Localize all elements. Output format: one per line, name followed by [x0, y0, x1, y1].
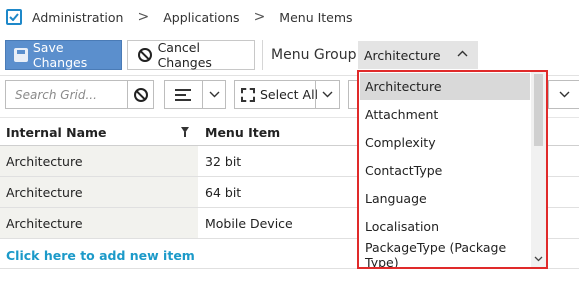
save-icon [14, 48, 28, 62]
cell-menu-item[interactable]: 32 bit [198, 146, 358, 176]
select-all-label: Select All [260, 87, 319, 102]
dropdown-option[interactable]: Language [360, 185, 530, 212]
select-all-icon [241, 87, 255, 102]
cancel-label: Cancel Changes [157, 40, 212, 70]
select-all-button[interactable]: Select All [234, 80, 340, 109]
add-new-item-link[interactable]: Click here to add new item [6, 248, 195, 263]
dropdown-option[interactable]: Complexity [360, 129, 530, 156]
dropdown-option[interactable]: Architecture [360, 73, 530, 100]
align-button[interactable] [164, 80, 226, 109]
dropdown-scrollbar[interactable] [531, 72, 546, 267]
dropdown-option[interactable]: PackageType (Package Type) [360, 240, 530, 268]
cell-menu-item[interactable]: 64 bit [198, 177, 358, 207]
cancel-changes-button[interactable]: Cancel Changes [127, 40, 255, 70]
menu-group-select[interactable]: Architecture [358, 41, 478, 69]
scrollbar-thumb[interactable] [534, 74, 543, 146]
chevron-up-icon [457, 47, 468, 61]
chevron-down-icon[interactable] [315, 81, 339, 108]
save-label: Save Changes [32, 40, 88, 70]
chevron-down-icon[interactable] [202, 81, 226, 108]
align-left-icon [175, 89, 191, 101]
breadcrumb-separator: > [253, 9, 266, 25]
app-check-icon [6, 9, 22, 25]
menu-group-value: Architecture [364, 47, 441, 63]
dropdown-option[interactable]: Attachment [360, 101, 530, 128]
cancel-icon [138, 48, 152, 62]
breadcrumb-menu-items: Menu Items [279, 9, 353, 25]
clear-icon [134, 87, 148, 102]
dropdown-option[interactable]: Localisation [360, 213, 530, 240]
cell-menu-item[interactable]: Mobile Device [198, 208, 358, 238]
breadcrumb-applications[interactable]: Applications [163, 10, 239, 25]
breadcrumb-separator: > [137, 9, 150, 25]
save-changes-button[interactable]: Save Changes [5, 40, 122, 70]
clear-search-button[interactable] [127, 81, 154, 108]
search-input[interactable] [6, 81, 126, 108]
menu-group-label: Menu Group: [271, 47, 362, 63]
cell-internal-name[interactable]: Architecture [0, 208, 198, 238]
scroll-down-icon[interactable] [533, 255, 544, 265]
toolbar-divider [262, 40, 263, 70]
column-header-internal-name[interactable]: Internal Name [6, 118, 107, 146]
breadcrumb: Administration > Applications > Menu Ite… [0, 0, 579, 34]
menu-group-dropdown-list: Architecture Attachment Complexity Conta… [357, 70, 548, 269]
cell-internal-name[interactable]: Architecture [0, 177, 198, 207]
filter-icon[interactable] [181, 127, 189, 137]
column-header-menu-item[interactable]: Menu Item [205, 118, 280, 146]
cell-internal-name[interactable]: Architecture [0, 146, 198, 176]
dropdown-option[interactable]: ContactType [360, 157, 530, 184]
chevron-down-icon[interactable] [548, 80, 579, 109]
search-grid [5, 80, 154, 109]
breadcrumb-administration[interactable]: Administration [32, 10, 123, 25]
